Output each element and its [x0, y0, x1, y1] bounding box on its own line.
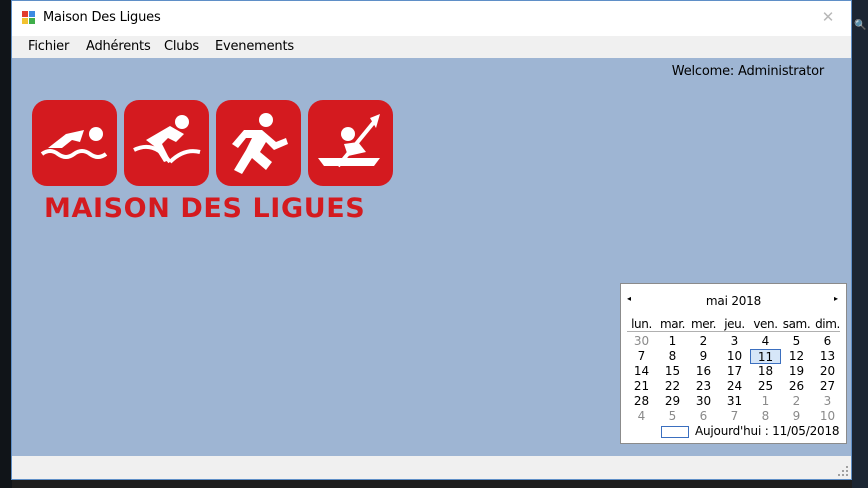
calendar-day[interactable]: 1	[657, 334, 688, 349]
calendar-day[interactable]: 6	[688, 409, 719, 424]
calendar-day[interactable]: 19	[781, 364, 812, 379]
day-name: ven.	[753, 317, 778, 331]
calendar-day[interactable]: 27	[812, 379, 843, 394]
calendar-day[interactable]: 18	[750, 364, 781, 379]
calendar-day[interactable]: 22	[657, 379, 688, 394]
calendar-day[interactable]: 10	[812, 409, 843, 424]
calendar-day[interactable]: 7	[626, 349, 657, 364]
desktop-search-icon: 🔍	[854, 20, 867, 31]
today-link[interactable]: Aujourd'hui : 11/05/2018	[695, 424, 840, 438]
calendar-day[interactable]: 26	[781, 379, 812, 394]
menu-evenements[interactable]: Evenements	[215, 39, 294, 54]
menu-fichier[interactable]: Fichier	[28, 39, 69, 54]
logo-text: MAISON DES LIGUES	[44, 193, 366, 224]
calendar-day[interactable]: 12	[781, 349, 812, 364]
day-name: mar.	[659, 317, 686, 331]
calendar-day[interactable]: 13	[812, 349, 843, 364]
close-icon: ✕	[821, 8, 835, 26]
calendar-day[interactable]: 24	[719, 379, 750, 394]
day-name: dim.	[815, 317, 840, 331]
calendar-divider	[627, 331, 840, 332]
calendar-day[interactable]: 3	[812, 394, 843, 409]
calendar-day[interactable]: 2	[781, 394, 812, 409]
menu-bar: Fichier Adhérents Clubs Evenements	[12, 36, 851, 58]
calendar-day[interactable]: 2	[688, 334, 719, 349]
today-marker	[661, 426, 689, 438]
calendar-day[interactable]: 30	[688, 394, 719, 409]
calendar-day[interactable]: 1	[750, 394, 781, 409]
calendar-day[interactable]: 5	[657, 409, 688, 424]
calendar-day[interactable]: 23	[688, 379, 719, 394]
day-name: sam.	[782, 317, 811, 331]
main-window: Maison Des Ligues ✕ Fichier Adhérents Cl…	[11, 0, 852, 480]
calendar-day[interactable]: 6	[812, 334, 843, 349]
status-bar	[12, 456, 851, 479]
calendar-day[interactable]: 5	[781, 334, 812, 349]
runner-icon	[216, 100, 301, 186]
welcome-label: Welcome: Administrator	[671, 64, 824, 79]
title-bar[interactable]: Maison Des Ligues ✕	[12, 1, 851, 36]
calendar-day[interactable]: 3	[719, 334, 750, 349]
month-calendar[interactable]: ◂ mai 2018 ▸ lun. mar. mer. jeu. ven. sa…	[620, 283, 847, 444]
kayaker-icon	[308, 100, 393, 186]
calendar-day[interactable]: 15	[657, 364, 688, 379]
calendar-day[interactable]: 16	[688, 364, 719, 379]
next-month-icon[interactable]: ▸	[834, 294, 838, 303]
calendar-day[interactable]: 17	[719, 364, 750, 379]
day-name: lun.	[631, 317, 652, 331]
desktop-right-edge: 🔍	[852, 0, 868, 488]
calendar-day[interactable]: 8	[657, 349, 688, 364]
calendar-day[interactable]: 21	[626, 379, 657, 394]
day-name: jeu.	[724, 317, 745, 331]
day-name: mer.	[690, 317, 717, 331]
app-window-icon	[22, 11, 36, 25]
calendar-day[interactable]: 11	[750, 349, 781, 364]
calendar-day[interactable]: 25	[750, 379, 781, 394]
calendar-day[interactable]: 8	[750, 409, 781, 424]
calendar-day[interactable]: 7	[719, 409, 750, 424]
cyclist-icon	[124, 100, 209, 186]
calendar-day[interactable]: 20	[812, 364, 843, 379]
menu-adherents[interactable]: Adhérents	[86, 39, 151, 54]
swimmer-icon	[32, 100, 117, 186]
calendar-day[interactable]: 28	[626, 394, 657, 409]
calendar-day[interactable]: 31	[719, 394, 750, 409]
client-area: Welcome: Administrator MAISON DES LIGUES…	[12, 58, 851, 456]
calendar-day[interactable]: 4	[626, 409, 657, 424]
resize-grip-icon[interactable]	[838, 466, 848, 476]
calendar-day[interactable]: 14	[626, 364, 657, 379]
calendar-day[interactable]: 29	[657, 394, 688, 409]
calendar-day[interactable]: 9	[688, 349, 719, 364]
window-title: Maison Des Ligues	[43, 10, 161, 25]
calendar-day[interactable]: 4	[750, 334, 781, 349]
menu-clubs[interactable]: Clubs	[164, 39, 199, 54]
calendar-day[interactable]: 30	[626, 334, 657, 349]
calendar-month-title[interactable]: mai 2018	[621, 294, 846, 308]
calendar-day[interactable]: 10	[719, 349, 750, 364]
close-button[interactable]: ✕	[805, 1, 851, 34]
calendar-day[interactable]: 9	[781, 409, 812, 424]
